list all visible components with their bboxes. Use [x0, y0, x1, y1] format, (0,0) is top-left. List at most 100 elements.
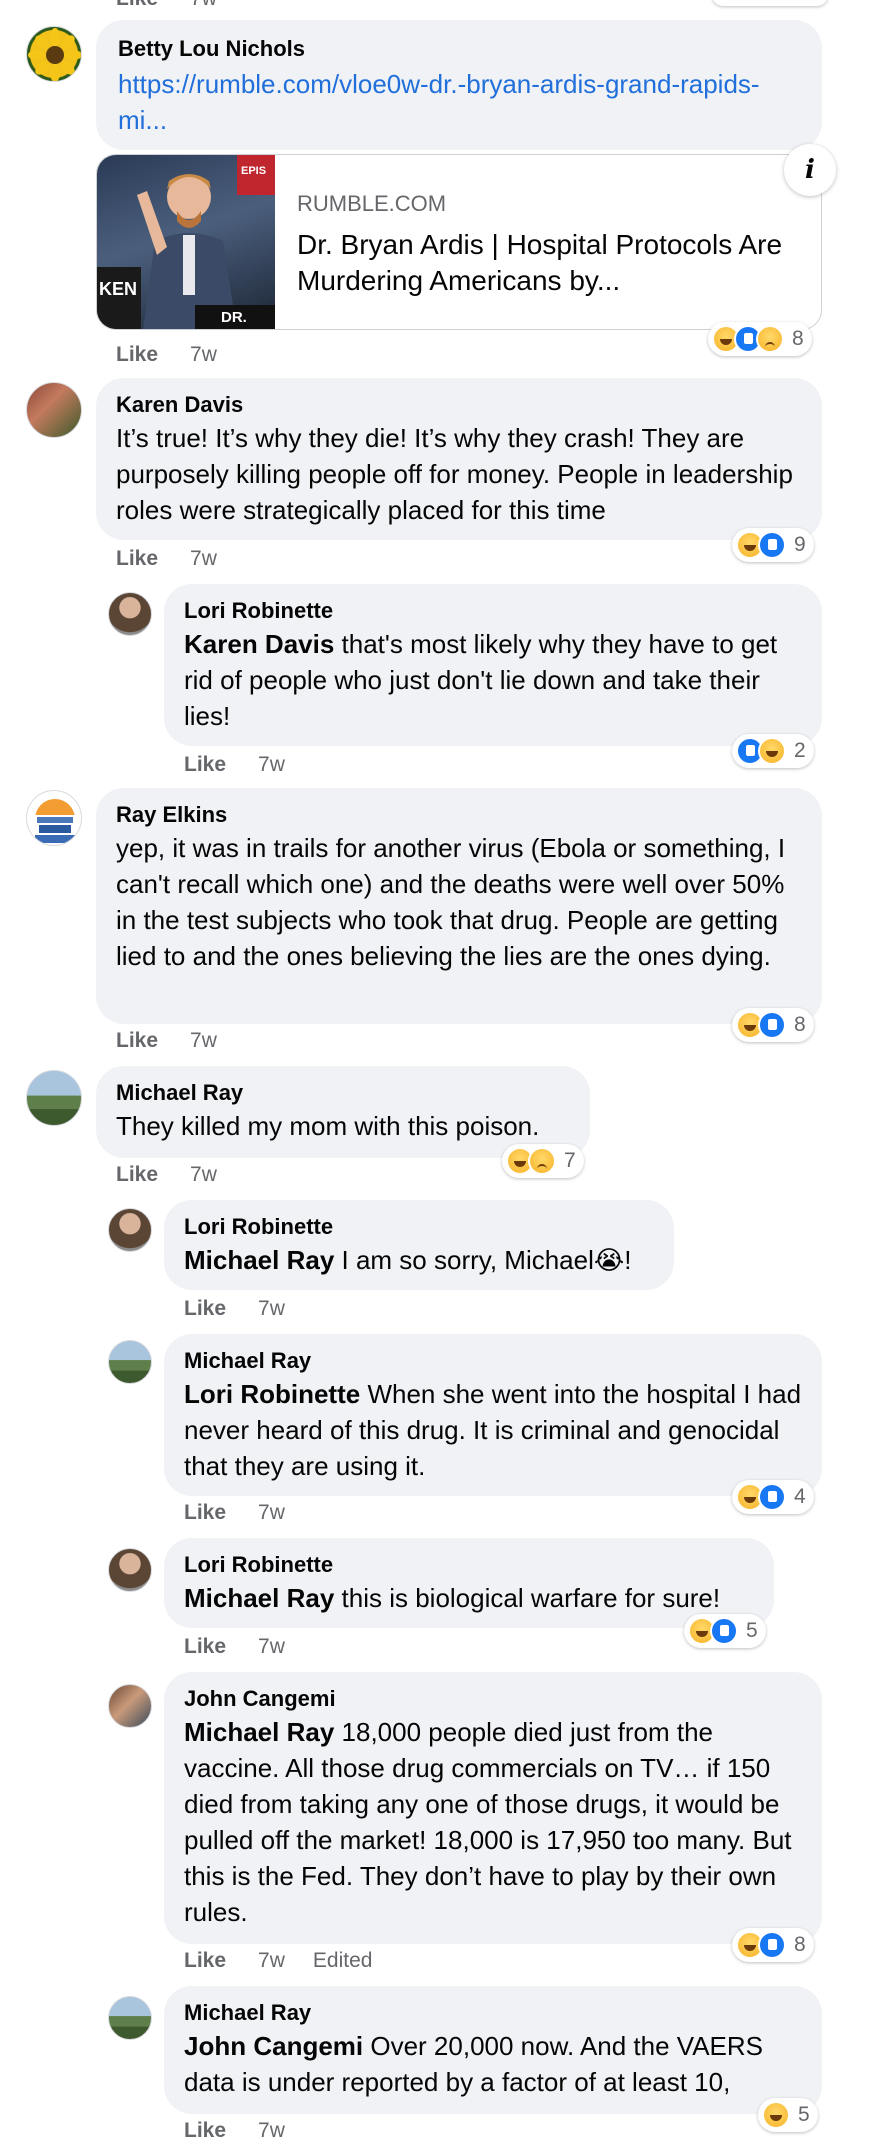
comment-author[interactable]: Karen Davis	[116, 392, 243, 418]
like-link[interactable]: Like	[184, 1297, 226, 1320]
like-link[interactable]: Like	[116, 1029, 158, 1052]
avatar-karen-davis[interactable]	[26, 382, 82, 438]
link-preview-card[interactable]: EPIS KEN DR. BRY RUMBLE.COM Dr. Bryan Ar…	[96, 154, 822, 330]
comment-text: Karen Davis that's most likely why they …	[184, 626, 804, 734]
mention-link[interactable]: John Cangemi	[184, 2031, 363, 2061]
comment-actions: Like 7w Edited	[184, 1948, 372, 1974]
comment-author[interactable]: Lori Robinette	[184, 598, 333, 624]
comment-author[interactable]: Michael Ray	[116, 1080, 243, 1106]
comment-text: They killed my mom with this poison.	[116, 1111, 540, 1141]
reaction-summary[interactable]: 5	[684, 1614, 766, 1648]
comment-text: Lori Robinette When she went into the ho…	[184, 1376, 804, 1484]
like-link[interactable]: Like	[184, 1501, 226, 1524]
comment-author[interactable]: Ray Elkins	[116, 802, 227, 828]
avatar-michael-ray[interactable]	[108, 1340, 152, 1384]
mention-link[interactable]: Michael Ray	[184, 1717, 334, 1747]
comment-actions: Like 7w	[184, 1296, 285, 1322]
reaction-summary[interactable]: 8	[732, 1928, 814, 1962]
like-link[interactable]: Like	[116, 1163, 158, 1186]
reaction-summary[interactable]: 7	[502, 1144, 584, 1178]
reply-bubble: Lori Robinette Karen Davis that's most l…	[164, 584, 822, 746]
comment-text: yep, it was in trails for another virus …	[116, 833, 786, 971]
reaction-count: 8	[794, 1933, 806, 1956]
avatar-betty-lou-nichols[interactable]	[26, 26, 82, 82]
info-icon[interactable]: i	[784, 144, 836, 196]
reaction-count: 4	[794, 1485, 806, 1508]
timestamp[interactable]: 7w	[258, 1949, 285, 1972]
mention-link[interactable]: Karen Davis	[184, 629, 334, 659]
like-reaction-icon	[758, 1931, 786, 1959]
days-of-hope-logo-icon	[31, 799, 79, 843]
comment-actions: Like 7w	[184, 2118, 285, 2144]
timestamp[interactable]: 7w	[258, 753, 285, 776]
avatar-michael-ray[interactable]	[108, 1996, 152, 2040]
avatar-lori-robinette[interactable]	[108, 592, 152, 636]
timestamp[interactable]: 7w	[190, 343, 217, 366]
like-link[interactable]: Like	[184, 753, 226, 776]
reaction-count: 5	[746, 1619, 758, 1642]
reaction-summary[interactable]: 4	[732, 1480, 814, 1514]
like-link[interactable]: Like	[184, 1949, 226, 1972]
edited-label[interactable]: Edited	[313, 1949, 373, 1972]
reaction-summary[interactable]: 2	[732, 734, 814, 768]
haha-reaction-icon	[762, 2101, 790, 2129]
reaction-summary[interactable]: 9	[732, 528, 814, 562]
comment-text: John Cangemi Over 20,000 now. And the VA…	[184, 2028, 804, 2100]
reply-bubble: John Cangemi Michael Ray 18,000 people d…	[164, 1672, 822, 1944]
previous-reaction-pill[interactable]	[712, 0, 828, 6]
comment-author[interactable]: Lori Robinette	[184, 1214, 333, 1240]
link-domain: RUMBLE.COM	[297, 191, 447, 216]
timestamp[interactable]: 7w	[190, 1163, 217, 1186]
thumb-side-text: KEN	[99, 279, 138, 299]
reaction-count: 8	[794, 1013, 806, 1036]
timestamp[interactable]: 7w	[190, 0, 217, 10]
mention-link[interactable]: Michael Ray	[184, 1583, 334, 1613]
link-title[interactable]: Dr. Bryan Ardis | Hospital Protocols Are…	[297, 227, 797, 299]
comment-bubble: Betty Lou Nichols https://rumble.com/vlo…	[96, 20, 822, 150]
reply-body: 18,000 people died just from the vaccine…	[184, 1717, 792, 1927]
avatar-michael-ray[interactable]	[26, 1070, 82, 1126]
mention-link[interactable]: Lori Robinette	[184, 1379, 360, 1409]
like-link[interactable]: Like	[116, 0, 158, 10]
reply-body: this is biological warfare for sure!	[334, 1583, 721, 1613]
avatar-lori-robinette[interactable]	[108, 1548, 152, 1592]
reply-body: I am so sorry, Michael😭!	[334, 1245, 632, 1275]
comment-link[interactable]: https://rumble.com/vloe0w-dr.-bryan-ardi…	[118, 66, 778, 138]
like-link[interactable]: Like	[116, 547, 158, 570]
comment-author[interactable]: John Cangemi	[184, 1686, 336, 1712]
comment-text: Michael Ray this is biological warfare f…	[184, 1580, 764, 1616]
sunflower-icon	[28, 28, 81, 81]
like-link[interactable]: Like	[184, 1635, 226, 1658]
comment-actions: Like 7w	[116, 546, 217, 572]
like-link[interactable]: Like	[184, 2119, 226, 2142]
reply-bubble: Lori Robinette Michael Ray this is biolo…	[164, 1538, 774, 1628]
reaction-summary[interactable]: 5	[758, 2098, 818, 2132]
comment-author[interactable]: Michael Ray	[184, 1348, 311, 1374]
thumb-badge-text: EPIS	[241, 165, 267, 177]
avatar-ray-elkins[interactable]	[26, 790, 82, 846]
comment-text: Michael Ray I am so sorry, Michael😭!	[184, 1242, 664, 1278]
reaction-summary[interactable]: 8	[732, 1008, 814, 1042]
like-link[interactable]: Like	[116, 343, 158, 366]
reaction-summary[interactable]: 8	[708, 322, 812, 356]
comment-author[interactable]: Betty Lou Nichols	[118, 36, 305, 62]
timestamp[interactable]: 7w	[190, 547, 217, 570]
timestamp[interactable]: 7w	[258, 1297, 285, 1320]
avatar-john-cangemi[interactable]	[108, 1684, 152, 1728]
timestamp[interactable]: 7w	[258, 1635, 285, 1658]
reaction-count: 8	[792, 327, 804, 350]
mention-link[interactable]: Michael Ray	[184, 1245, 334, 1275]
comment-actions: Like 7w	[184, 1500, 285, 1526]
timestamp[interactable]: 7w	[258, 2119, 285, 2142]
comment-actions: Like 7w	[184, 1634, 285, 1660]
like-reaction-icon	[758, 1011, 786, 1039]
comment-author[interactable]: Lori Robinette	[184, 1552, 333, 1578]
sad-reaction-icon	[528, 1147, 556, 1175]
comment-bubble: Ray Elkins yep, it was in trails for ano…	[96, 788, 822, 1024]
avatar-lori-robinette[interactable]	[108, 1208, 152, 1252]
reaction-count: 7	[564, 1149, 576, 1172]
comment-author[interactable]: Michael Ray	[184, 2000, 311, 2026]
timestamp[interactable]: 7w	[258, 1501, 285, 1524]
timestamp[interactable]: 7w	[190, 1029, 217, 1052]
comment-actions-previous: Like 7w	[116, 0, 217, 12]
